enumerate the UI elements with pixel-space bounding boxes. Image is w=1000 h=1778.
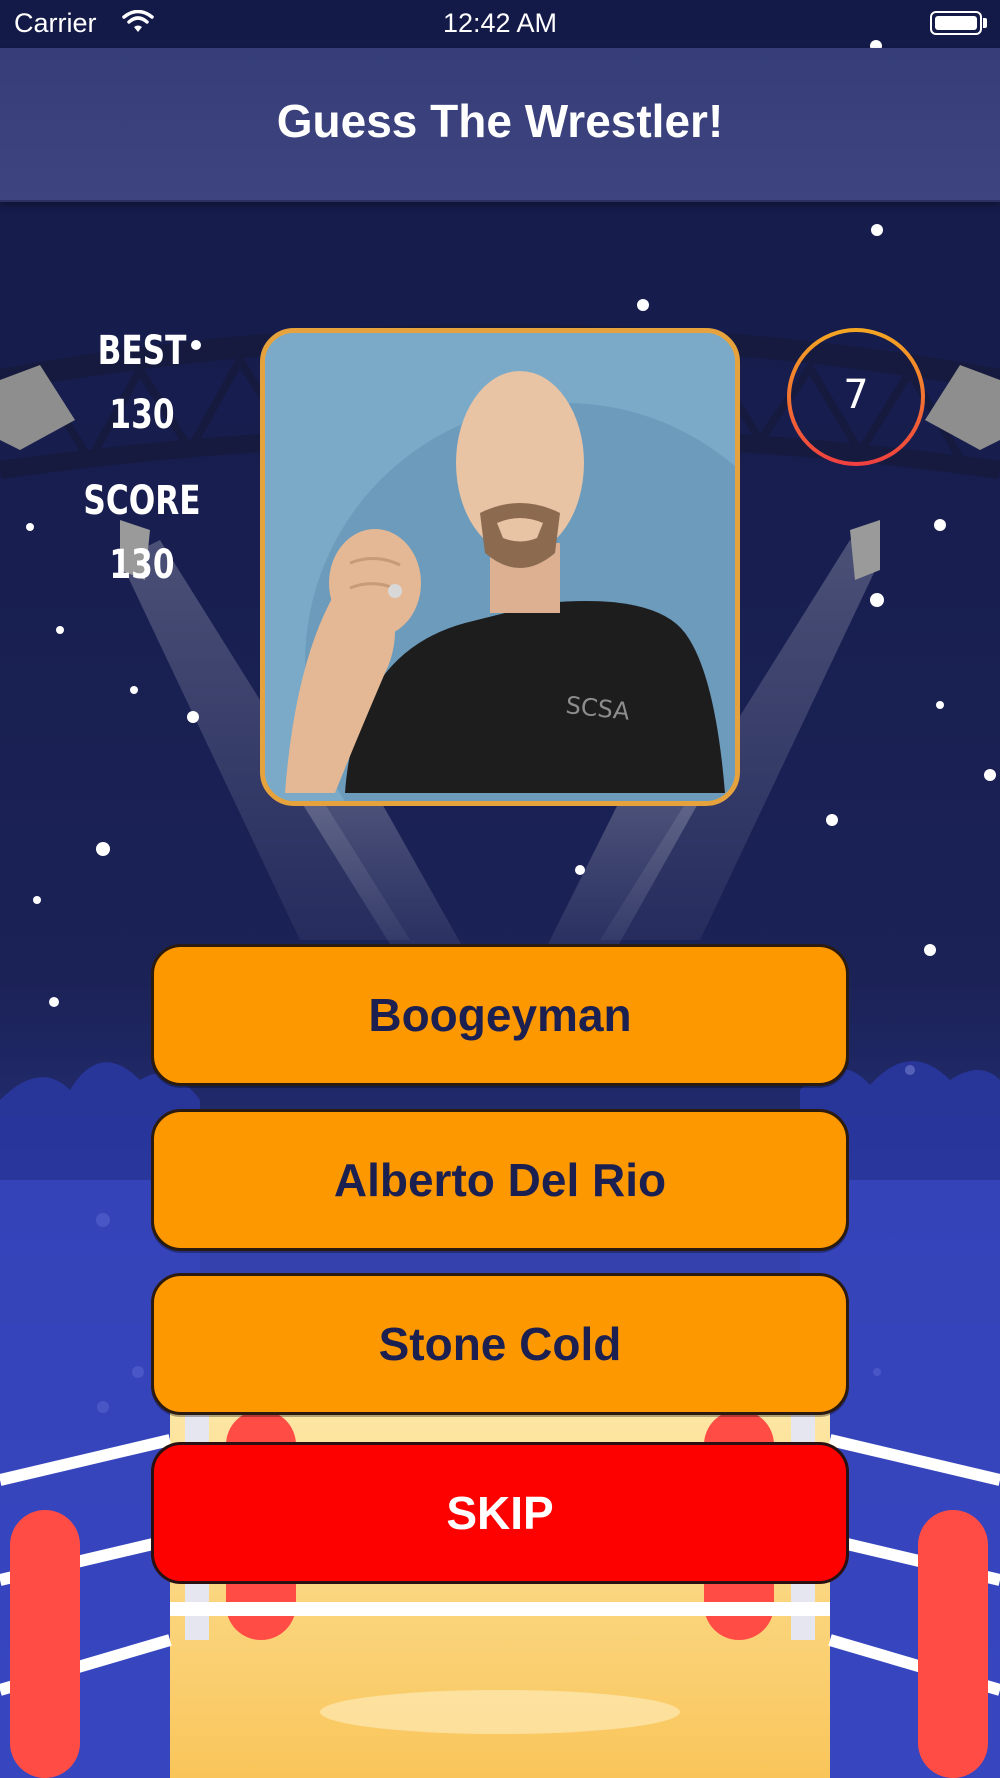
clock-label: 12:42 AM [442,8,558,38]
score-label: SCORE [83,478,201,524]
page-title: Guess The Wrestler! [276,95,724,147]
answer-button-2[interactable]: Alberto Del Rio [151,1109,849,1251]
skip-button[interactable]: SKIP [151,1442,849,1584]
countdown-value: 7 [843,372,869,418]
score-value: 130 [109,542,175,588]
wrestler-portrait-image: SCSA [265,333,735,801]
navigation-bar: Guess The Wrestler! [0,48,1000,202]
best-label: BEST [97,328,187,374]
status-bar: Carrier 12:42 AM [0,0,1000,48]
best-value: 130 [109,392,175,438]
battery-icon [930,11,982,35]
answer-button-3[interactable]: Stone Cold [151,1273,849,1415]
battery-tip-icon [983,18,987,28]
wrestler-image-frame: SCSA [260,328,740,806]
answer-button-1[interactable]: Boogeyman [151,944,849,1086]
